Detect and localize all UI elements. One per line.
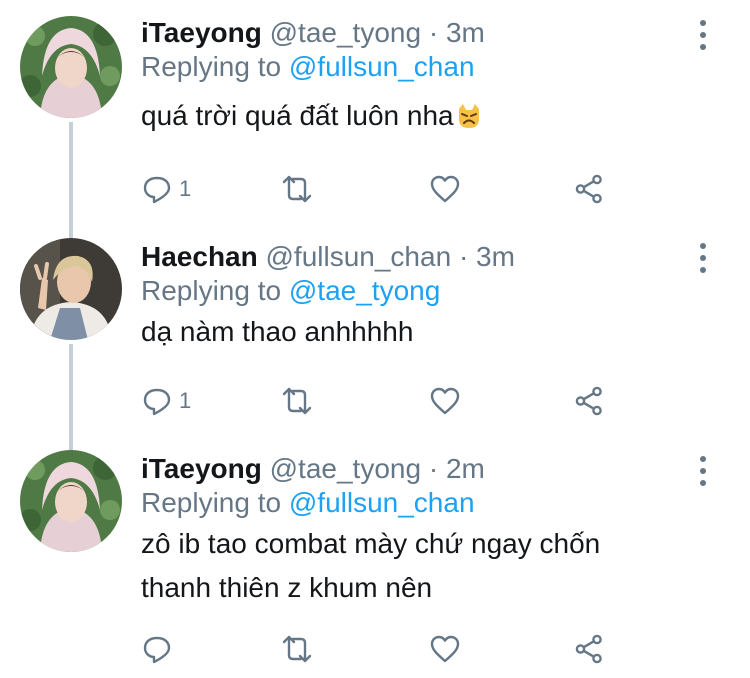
display-name[interactable]: iTaeyong [141,453,262,484]
retweet-button[interactable] [281,172,313,206]
user-handle[interactable]: @fullsun_chan [266,241,452,272]
tweet-text: dạ nàm thao anhhhhh [141,310,730,354]
tweet-actions: 1 [141,384,611,418]
like-button[interactable] [429,172,461,206]
cat-face-emoji [456,98,482,128]
like-button[interactable] [429,384,461,418]
reply-icon [143,388,171,416]
tweet-text-body: quá trời quá đất luôn nha [141,100,454,131]
share-button[interactable] [573,632,605,666]
tweet-header: iTaeyong @tae_tyong · 3m [141,16,730,50]
share-icon [575,386,602,416]
replying-handle[interactable]: @fullsun_chan [289,51,475,82]
share-icon [575,634,602,664]
share-icon [575,174,602,204]
separator-dot: · [428,17,439,48]
retweet-icon [282,635,312,663]
thread-line [69,122,73,238]
heart-icon [430,175,460,203]
thread-line [69,344,73,450]
display-name[interactable]: Haechan [141,241,258,272]
avatar[interactable] [20,450,122,552]
tweet-text-body: zô ib tao combat mày chứ ngay chốn thanh… [141,528,601,603]
retweet-icon [282,175,312,203]
heart-icon [430,387,460,415]
tweet-text-body: dạ nàm thao anhhhhh [141,316,414,347]
reply-button[interactable]: 1 [141,384,191,418]
separator-dot: · [458,241,469,272]
reply-button[interactable] [141,632,179,666]
replying-to: Replying to @fullsun_chan [141,486,730,520]
retweet-button[interactable] [281,632,313,666]
replying-handle[interactable]: @fullsun_chan [289,487,475,518]
replying-label: Replying to [141,275,282,306]
avatar[interactable] [20,16,122,118]
tweet-header: Haechan @fullsun_chan · 3m [141,240,730,274]
retweet-icon [282,387,312,415]
heart-icon [430,635,460,663]
timestamp[interactable]: 2m [446,453,485,484]
share-button[interactable] [573,384,605,418]
replying-handle[interactable]: @tae_tyong [289,275,440,306]
separator-dot: · [428,453,439,484]
tweet-text: quá trời quá đất luôn nha [141,94,730,138]
replying-to: Replying to @tae_tyong [141,274,730,308]
reply-count: 1 [179,176,192,201]
more-options-icon[interactable] [698,456,708,486]
user-handle[interactable]: @tae_tyong [270,453,421,484]
reply-count: 1 [179,388,192,413]
timestamp[interactable]: 3m [476,241,515,272]
user-handle[interactable]: @tae_tyong [270,17,421,48]
share-button[interactable] [573,172,605,206]
tweet-actions [141,632,611,666]
more-options-icon[interactable] [698,243,708,273]
tweet-text: zô ib tao combat mày chứ ngay chốn thanh… [141,522,730,610]
avatar[interactable] [20,238,122,340]
like-button[interactable] [429,632,461,666]
tweet-actions: 1 [141,172,611,206]
timestamp[interactable]: 3m [446,17,485,48]
replying-label: Replying to [141,51,282,82]
replying-label: Replying to [141,487,282,518]
display-name[interactable]: iTaeyong [141,17,262,48]
reply-icon [143,636,171,664]
reply-button[interactable]: 1 [141,172,191,206]
tweet-header: iTaeyong @tae_tyong · 2m [141,452,730,486]
retweet-button[interactable] [281,384,313,418]
replying-to: Replying to @fullsun_chan [141,50,730,84]
more-options-icon[interactable] [698,20,708,50]
reply-icon [143,176,171,204]
